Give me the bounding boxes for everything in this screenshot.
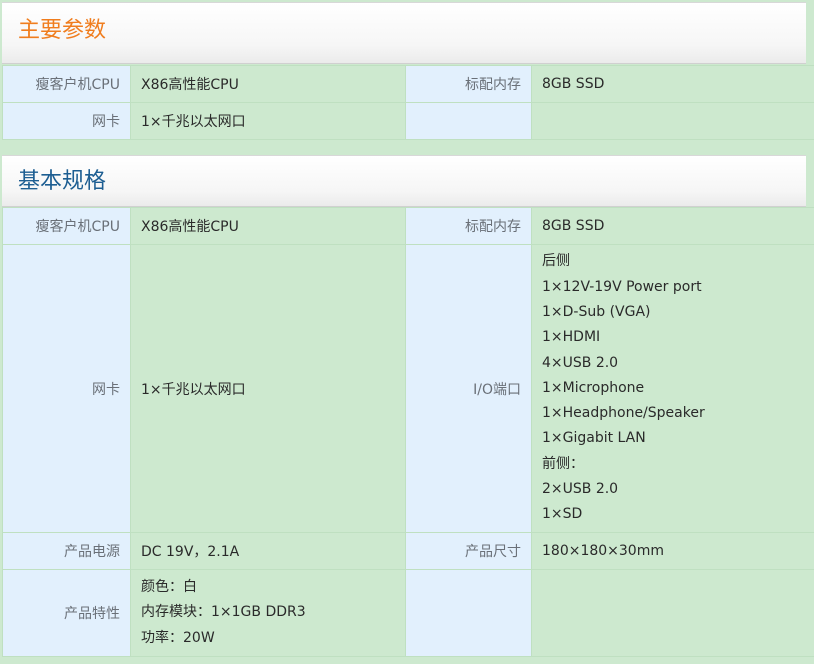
main-params-header: 主要参数 [2, 2, 806, 64]
io-port-line: 4×USB 2.0 [542, 354, 619, 371]
io-ports-label: I/O端口 [405, 244, 532, 533]
io-port-line: 1×Gigabit LAN [542, 430, 646, 447]
io-port-line: 1×Headphone/Speaker [542, 405, 705, 422]
io-port-line: 1×D-Sub (VGA) [542, 303, 651, 320]
table-row: 产品特性 颜色：白 内存模块：1×1GB DDR3 功率：20W [2, 569, 814, 657]
io-port-line: 2×USB 2.0 [542, 481, 619, 498]
empty-label-cell [405, 569, 532, 657]
nic-value: 1×千兆以太网口 [130, 102, 406, 140]
io-port-line: 1×SD [542, 506, 583, 523]
nic-label: 网卡 [2, 244, 131, 533]
spec-page: 主要参数 瘦客户机CPU X86高性能CPU 标配内存 8GB SSD 网卡 1… [0, 0, 814, 664]
cpu-value: X86高性能CPU [130, 207, 406, 245]
main-params-title: 主要参数 [18, 18, 107, 43]
main-params-table: 瘦客户机CPU X86高性能CPU 标配内存 8GB SSD 网卡 1×千兆以太… [2, 65, 814, 140]
power-value: DC 19V，2.1A [130, 532, 406, 570]
memory-value: 8GB SSD [531, 207, 814, 245]
io-port-line: 前侧： [542, 455, 584, 472]
io-port-line: 后侧 [542, 253, 570, 270]
empty-label-cell [405, 102, 532, 140]
nic-label: 网卡 [2, 102, 131, 140]
feature-line: 内存模块：1×1GB DDR3 [141, 604, 306, 621]
size-value: 180×180×30mm [531, 532, 814, 570]
cpu-value: X86高性能CPU [130, 65, 406, 103]
power-label: 产品电源 [2, 532, 131, 570]
table-row: 瘦客户机CPU X86高性能CPU 标配内存 8GB SSD [2, 65, 814, 103]
feature-line: 功率：20W [141, 629, 215, 646]
table-row: 网卡 1×千兆以太网口 I/O端口 后侧 1×12V-19V Power por… [2, 244, 814, 533]
empty-value-cell [531, 102, 814, 140]
empty-value-cell [531, 569, 814, 657]
memory-value: 8GB SSD [531, 65, 814, 103]
feature-line: 颜色：白 [141, 579, 197, 596]
cpu-label: 瘦客户机CPU [2, 207, 131, 245]
io-ports-list: 后侧 1×12V-19V Power port 1×D-Sub (VGA) 1×… [531, 244, 814, 533]
basic-specs-table: 瘦客户机CPU X86高性能CPU 标配内存 8GB SSD 网卡 1×千兆以太… [2, 207, 814, 657]
features-label: 产品特性 [2, 569, 131, 657]
size-label: 产品尺寸 [405, 532, 532, 570]
io-port-line: 1×12V-19V Power port [542, 278, 702, 295]
memory-label: 标配内存 [405, 207, 532, 245]
basic-specs-header: 基本规格 [2, 155, 806, 207]
table-row: 网卡 1×千兆以太网口 [2, 102, 814, 140]
io-port-line: 1×HDMI [542, 329, 601, 346]
cpu-label: 瘦客户机CPU [2, 65, 131, 103]
features-list: 颜色：白 内存模块：1×1GB DDR3 功率：20W [130, 569, 406, 657]
basic-specs-title: 基本规格 [18, 169, 107, 194]
table-row: 产品电源 DC 19V，2.1A 产品尺寸 180×180×30mm [2, 532, 814, 570]
memory-label: 标配内存 [405, 65, 532, 103]
nic-value: 1×千兆以太网口 [130, 244, 406, 533]
io-port-line: 1×Microphone [542, 379, 645, 396]
table-row: 瘦客户机CPU X86高性能CPU 标配内存 8GB SSD [2, 207, 814, 245]
